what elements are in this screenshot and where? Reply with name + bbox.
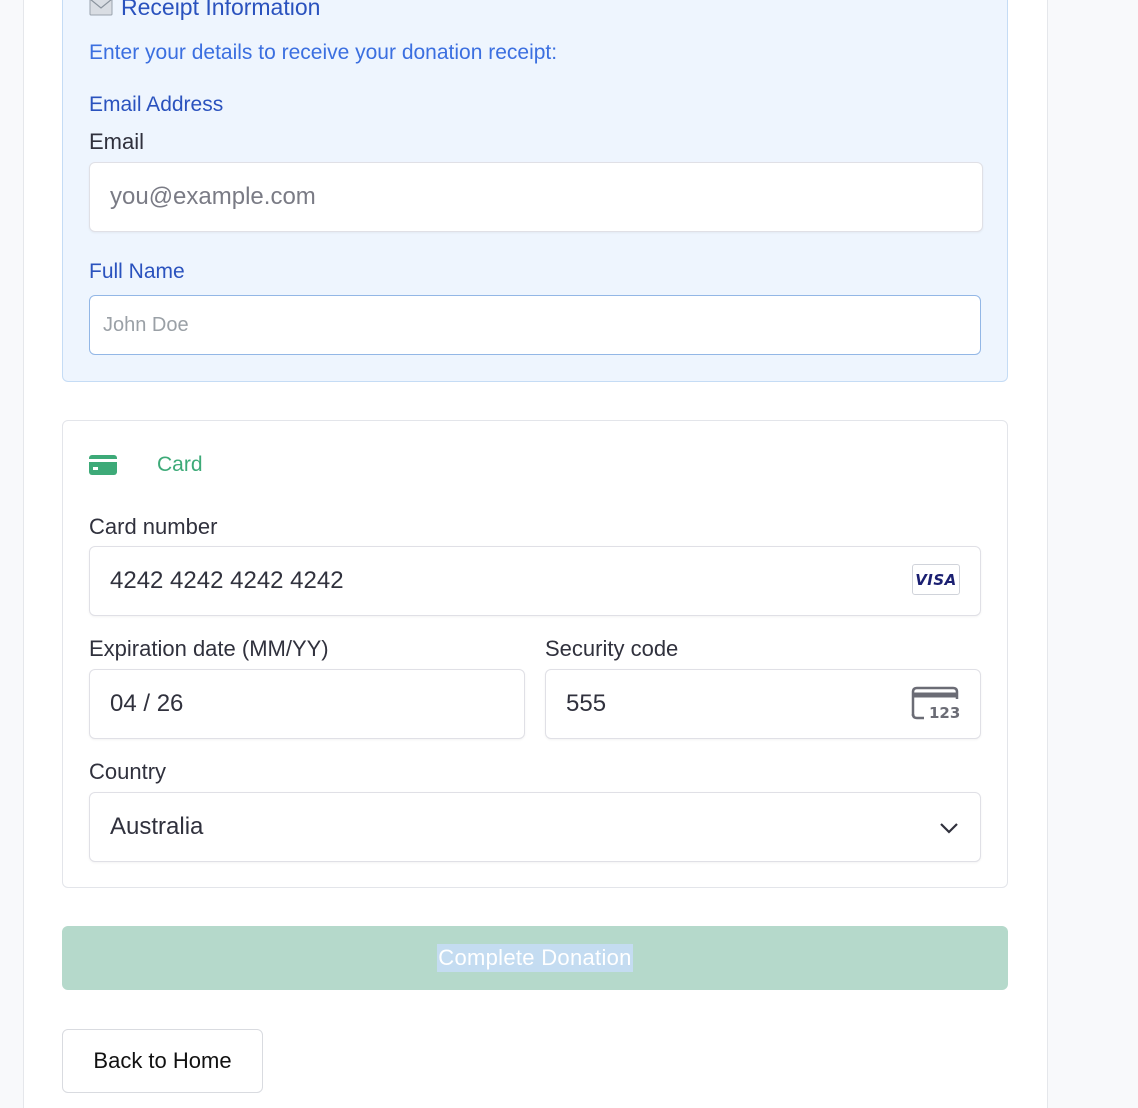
credit-card-icon: [89, 455, 117, 475]
envelope-icon: [89, 0, 113, 16]
payment-method-label: Card: [157, 453, 203, 476]
receipt-intro-text: Enter your details to receive your donat…: [89, 41, 558, 64]
email-section-label: Email Address: [89, 93, 224, 116]
receipt-section-title: Receipt Information: [89, 0, 320, 22]
receipt-title-text: Receipt Information: [121, 0, 321, 20]
cvc-value: 555: [566, 690, 607, 717]
expiry-value: 04 / 26: [110, 690, 184, 717]
card-number-value: 4242 4242 4242 4242: [110, 567, 344, 594]
card-number-input[interactable]: 4242 4242 4242 4242 VISA: [89, 546, 981, 616]
cvc-input[interactable]: 555 123: [545, 669, 981, 739]
card-number-label: Card number: [89, 514, 218, 539]
chevron-down-icon: [940, 823, 958, 834]
expiry-input[interactable]: 04 / 26: [89, 669, 525, 739]
cvc-label: Security code: [545, 636, 679, 661]
svg-text:123: 123: [929, 704, 960, 722]
country-label: Country: [89, 759, 167, 784]
visa-brand-icon: VISA: [912, 564, 960, 595]
email-input[interactable]: you@example.com: [89, 162, 983, 232]
country-select[interactable]: Australia: [89, 792, 981, 862]
back-to-home-button[interactable]: Back to Home: [62, 1029, 263, 1093]
full-name-label: Full Name: [89, 260, 185, 283]
full-name-placeholder: John Doe: [103, 313, 189, 336]
email-label: Email: [89, 129, 145, 154]
full-name-input[interactable]: John Doe: [89, 295, 981, 355]
expiry-label: Expiration date (MM/YY): [89, 636, 329, 661]
email-placeholder: you@example.com: [110, 183, 316, 210]
security-code-icon: 123: [911, 686, 960, 722]
country-value: Australia: [110, 813, 204, 840]
complete-donation-label: Complete Donation: [437, 944, 633, 972]
payment-method-card-tab[interactable]: Card: [89, 450, 203, 480]
complete-donation-button[interactable]: Complete Donation: [62, 926, 1008, 990]
